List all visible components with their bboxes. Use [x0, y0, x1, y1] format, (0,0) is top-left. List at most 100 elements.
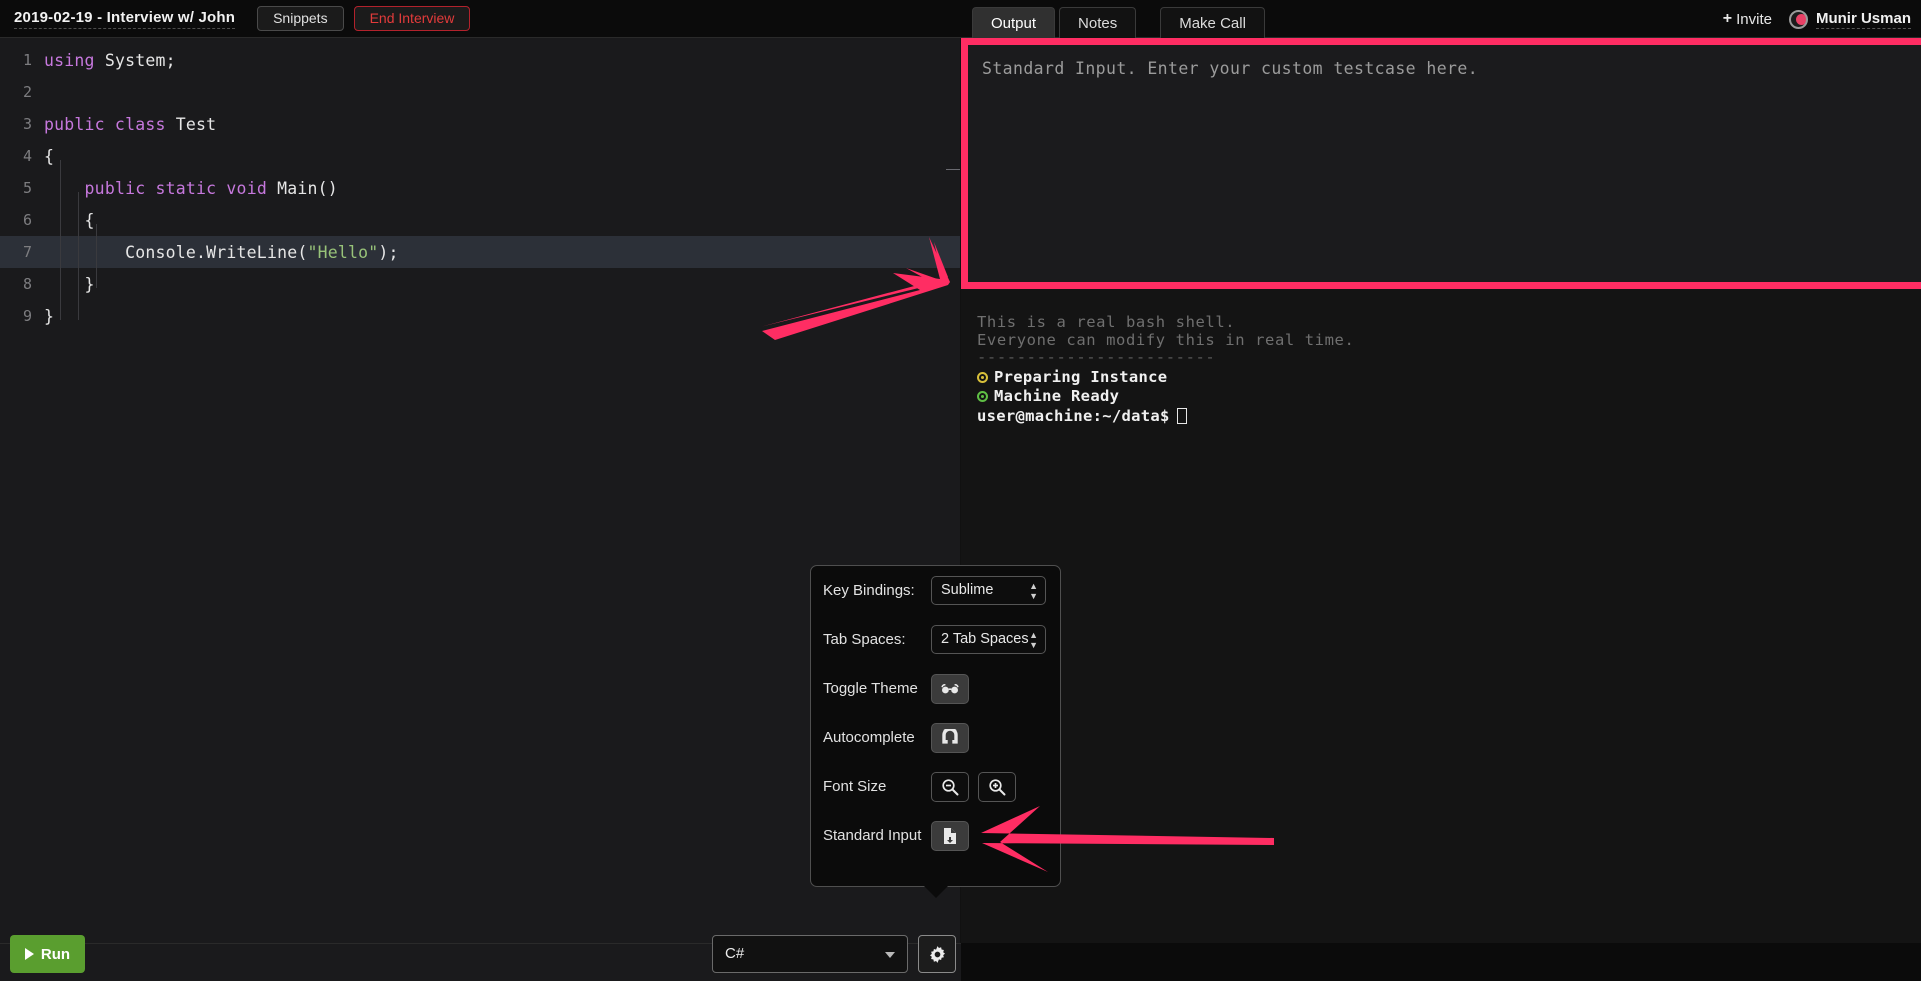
status-bullet-icon [977, 391, 988, 402]
zoom-in-icon [989, 778, 1006, 795]
panel-tabs: Output Notes Make Call [972, 0, 1269, 38]
tab-make-call[interactable]: Make Call [1160, 7, 1265, 38]
terminal-separator: ------------------------ [977, 348, 1216, 366]
code-line[interactable]: 1 using System; [0, 44, 960, 76]
indent-guide [60, 160, 61, 320]
invite-button[interactable]: + Invite [1723, 10, 1772, 28]
key-bindings-label: Key Bindings: [823, 582, 915, 599]
line-number: 4 [22, 147, 32, 165]
run-button[interactable]: Run [10, 935, 85, 973]
code-text: public static void Main() [84, 178, 338, 198]
standard-input-textarea[interactable]: Standard Input. Enter your custom testca… [982, 59, 1478, 78]
snippets-button[interactable]: Snippets [257, 6, 344, 31]
code-text: using System; [44, 50, 176, 70]
editor-settings-button[interactable] [918, 935, 956, 973]
line-number: 1 [22, 51, 32, 69]
font-size-label: Font Size [823, 778, 887, 795]
line-end-marker [946, 169, 960, 170]
settings-row-font-size: Font Size [811, 762, 1060, 811]
magnet-icon [942, 728, 958, 744]
code-line[interactable]: 4{ [0, 140, 960, 172]
terminal-intro-line-1: This is a real bash shell. [977, 313, 1236, 331]
code-text: } [44, 274, 95, 294]
language-value: C# [725, 945, 745, 962]
standard-input-highlight-box: Standard Input. Enter your custom testca… [961, 38, 1921, 289]
language-select[interactable]: C# [712, 935, 908, 973]
app-root: 2019-02-19 - Interview w/ John Snippets … [0, 0, 1921, 981]
line-number: 8 [22, 275, 32, 293]
line-number: 7 [22, 243, 32, 261]
right-panel: Standard Input. Enter your custom testca… [961, 38, 1921, 943]
code-lines[interactable]: 1 using System; 2 3 public class Test 4{5 pub… [0, 38, 960, 332]
terminal-prompt-text: user@machine:~/data$ [977, 406, 1170, 425]
code-text: { [44, 146, 55, 166]
play-icon [24, 948, 34, 960]
line-number: 6 [22, 211, 32, 229]
stepper-arrows-icon: ▲ ▼ [1029, 581, 1038, 601]
settings-row-key-bindings: Key Bindings: Sublime ▲ ▼ [811, 566, 1060, 615]
terminal-prompt-line[interactable]: user@machine:~/data$ [977, 406, 1921, 426]
bottom-bar-editor-side: Run C# [0, 935, 961, 981]
code-line[interactable]: 5 public static void Main() [0, 172, 960, 204]
settings-row-autocomplete: Autocomplete [811, 713, 1060, 762]
code-text: { [44, 210, 95, 230]
top-bar: 2019-02-19 - Interview w/ John Snippets … [0, 0, 1921, 38]
code-line[interactable]: 2 [0, 76, 960, 108]
chevron-down-icon [885, 952, 895, 958]
mouse-cursor-ring [1789, 10, 1808, 29]
code-line[interactable]: 9} [0, 300, 960, 332]
code-line[interactable]: 6 { [0, 204, 960, 236]
settings-row-toggle-theme: Toggle Theme [811, 664, 1060, 713]
terminal-status-ready-label: Machine Ready [994, 387, 1120, 405]
tab-output[interactable]: Output [972, 7, 1056, 38]
user-name: Munir Usman [1815, 9, 1911, 29]
line-number: 5 [22, 179, 32, 197]
settings-row-standard-input: Standard Input [811, 811, 1060, 860]
line-number: 9 [22, 307, 32, 325]
tab-spaces-value: 2 Tab Spaces [941, 631, 1029, 647]
standard-input-toggle-button[interactable] [931, 820, 969, 851]
invite-label: Invite [1736, 10, 1772, 28]
session-title: 2019-02-19 - Interview w/ John [14, 9, 236, 29]
key-bindings-value: Sublime [941, 582, 994, 598]
font-size-decrease-button[interactable] [931, 771, 969, 802]
top-right-group: + Invite Munir Usman [1723, 0, 1911, 38]
run-label: Run [40, 945, 71, 963]
status-bullet-icon [977, 371, 988, 383]
autocomplete-button[interactable] [931, 722, 969, 753]
code-text: public class Test [44, 114, 217, 134]
end-interview-button[interactable]: End Interview [353, 6, 471, 31]
indent-guide [78, 192, 79, 320]
autocomplete-label: Autocomplete [823, 729, 915, 746]
plus-icon: + [1722, 10, 1733, 27]
editor-settings-popover: Key Bindings: Sublime ▲ ▼ Tab Spaces: 2 T… [810, 565, 1061, 898]
toggle-theme-label: Toggle Theme [823, 680, 918, 697]
bottom-bar: Run C# [0, 935, 1921, 981]
toggle-theme-button[interactable] [931, 673, 969, 704]
tab-spaces-select[interactable]: 2 Tab Spaces ▲ ▼ [931, 625, 1046, 654]
gear-icon [929, 945, 945, 963]
terminal-intro-line-2: Everyone can modify this in real time. [977, 330, 1355, 349]
code-text: } [44, 306, 55, 326]
code-text: Console.WriteLine("Hello"); [44, 242, 399, 262]
indent-guide [96, 224, 97, 288]
file-upload-icon [944, 827, 956, 844]
settings-row-tab-spaces: Tab Spaces: 2 Tab Spaces ▲ ▼ [811, 615, 1060, 664]
stepper-arrows-icon: ▲ ▼ [1029, 630, 1038, 650]
code-line[interactable]: 3 public class Test [0, 108, 960, 140]
code-line[interactable]: 7 Console.WriteLine("Hello"); [0, 236, 960, 268]
standard-input-label: Standard Input [823, 827, 922, 844]
key-bindings-select[interactable]: Sublime ▲ ▼ [931, 576, 1046, 605]
terminal-status-ready: Machine Ready [977, 387, 1921, 406]
terminal-status-preparing: Preparing Instance [977, 368, 1921, 387]
terminal-output[interactable]: This is a real bash shell. Everyone can … [961, 300, 1921, 943]
tab-notes[interactable]: Notes [1059, 7, 1137, 38]
line-number: 2 [22, 83, 32, 101]
terminal-cursor [1176, 407, 1187, 424]
glasses-icon [941, 683, 959, 693]
line-number: 3 [22, 115, 32, 133]
code-line[interactable]: 8 } [0, 268, 960, 300]
tab-spaces-label: Tab Spaces: [823, 631, 906, 648]
zoom-out-icon [942, 778, 959, 795]
font-size-increase-button[interactable] [978, 771, 1016, 802]
